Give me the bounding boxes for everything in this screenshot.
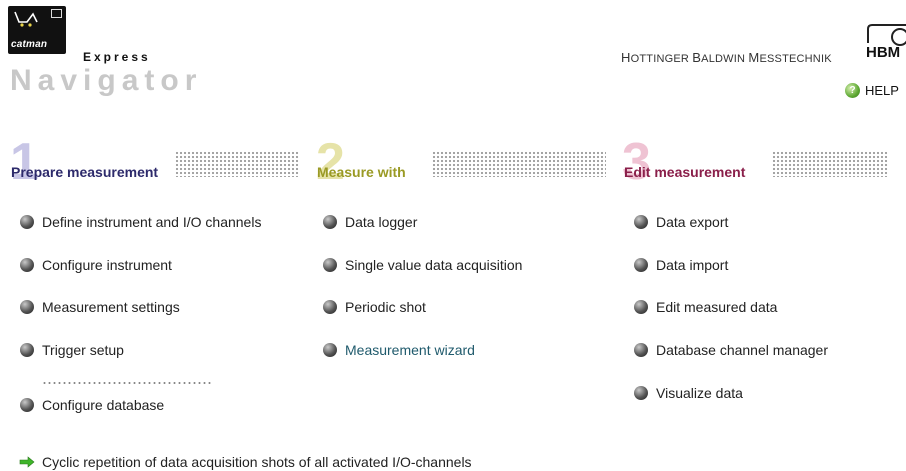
bullet-icon	[323, 215, 337, 229]
section-title-measure: Measure with	[317, 164, 406, 180]
bullet-icon	[634, 300, 648, 314]
app-title: Navigator	[10, 64, 203, 97]
item-measurement-wizard[interactable]: Measurement wizard	[323, 342, 475, 358]
item-trigger-setup[interactable]: Trigger setup	[20, 342, 124, 358]
bullet-icon	[323, 343, 337, 357]
separator-dots	[42, 381, 212, 385]
item-single-value[interactable]: Single value data acquisition	[323, 257, 522, 273]
item-configure-instrument[interactable]: Configure instrument	[20, 257, 172, 273]
bullet-icon	[20, 398, 34, 412]
bullet-icon	[20, 258, 34, 272]
section-dots	[175, 151, 299, 177]
item-define-instrument[interactable]: Define instrument and I/O channels	[20, 214, 261, 230]
company-word-2: BALDWIN	[692, 50, 746, 65]
item-edit-measured-data[interactable]: Edit measured data	[634, 299, 777, 315]
section-dots	[432, 151, 606, 177]
item-configure-database[interactable]: Configure database	[20, 397, 164, 413]
bullet-icon	[20, 215, 34, 229]
catman-logo: catman	[8, 6, 66, 54]
bullet-icon	[323, 258, 337, 272]
bullet-icon	[634, 343, 648, 357]
monitor-icon	[51, 9, 62, 18]
arrow-right-icon	[19, 456, 35, 468]
step-number-1: 1	[10, 133, 39, 191]
bullet-icon	[323, 300, 337, 314]
cyclic-repetition-link[interactable]: Cyclic repetition of data acquisition sh…	[19, 454, 472, 470]
item-measurement-settings[interactable]: Measurement settings	[20, 299, 180, 315]
bullet-icon	[20, 300, 34, 314]
company-word-3: MESSTECHNIK	[748, 50, 832, 65]
item-data-logger[interactable]: Data logger	[323, 214, 417, 230]
item-database-channel-manager[interactable]: Database channel manager	[634, 342, 828, 358]
section-dots	[772, 151, 888, 177]
item-visualize-data[interactable]: Visualize data	[634, 385, 743, 401]
hbm-logo: HBM	[866, 23, 906, 61]
section-title-edit: Edit measurement	[624, 164, 746, 180]
company-word-1: HOTTINGER	[621, 50, 690, 65]
bullet-icon	[634, 386, 648, 400]
hbm-emblem-icon: HBM	[866, 24, 906, 61]
company-name: HOTTINGER BALDWIN MESSTECHNIK	[621, 50, 832, 65]
section-title-prepare: Prepare measurement	[11, 164, 159, 180]
logo-wordmark: catman	[11, 39, 48, 50]
help-link[interactable]: ? HELP	[845, 83, 899, 98]
help-label: HELP	[865, 83, 899, 98]
item-data-import[interactable]: Data import	[634, 257, 728, 273]
bullet-icon	[20, 343, 34, 357]
item-data-export[interactable]: Data export	[634, 214, 728, 230]
step-number-2: 2	[316, 133, 345, 191]
cyclic-repetition-label: Cyclic repetition of data acquisition sh…	[42, 454, 472, 470]
item-periodic-shot[interactable]: Periodic shot	[323, 299, 426, 315]
step-number-3: 3	[622, 133, 651, 191]
cat-ears-icon	[14, 11, 38, 27]
help-icon: ?	[845, 83, 860, 98]
hbm-text: HBM	[866, 44, 900, 61]
bullet-icon	[634, 258, 648, 272]
app-edition: Express	[83, 50, 151, 64]
bullet-icon	[634, 215, 648, 229]
